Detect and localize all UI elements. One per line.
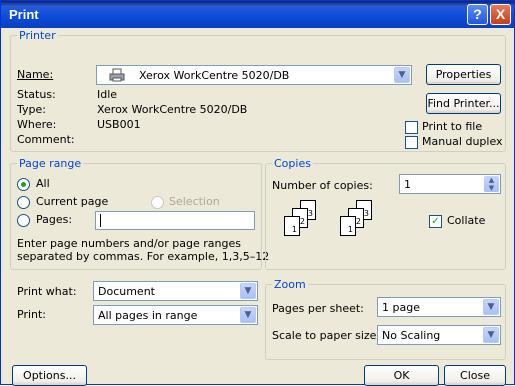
all-label: All	[36, 177, 50, 190]
window-title: Print	[9, 7, 39, 22]
chevron-down-icon[interactable]: ▼	[240, 283, 256, 299]
manual-duplex-label: Manual duplex	[422, 135, 503, 148]
scale-to-paper-size-value: No Scaling	[382, 329, 441, 342]
type-label: Type:	[17, 103, 46, 116]
collate-illustration: 3 2 1 3 2 1	[284, 200, 394, 255]
print-what-value: Document	[98, 285, 155, 298]
number-of-copies-label: Number of copies:	[272, 179, 373, 192]
status-value: Idle	[97, 88, 118, 101]
collate-page: 1	[340, 216, 356, 236]
chevron-down-icon[interactable]: ▼	[483, 327, 499, 343]
print-what-label: Print what:	[17, 285, 77, 298]
close-window-button[interactable]: X	[490, 4, 511, 25]
text-cursor	[100, 214, 101, 227]
page-range-group-label: Page range	[17, 157, 84, 170]
collate-page: 1	[284, 216, 300, 236]
all-radio[interactable]	[17, 178, 30, 191]
printer-group-label: Printer	[17, 29, 58, 42]
pages-per-sheet-label: Pages per sheet:	[272, 302, 364, 315]
properties-button[interactable]: Properties	[426, 64, 501, 85]
copies-group-label: Copies	[272, 157, 313, 170]
ok-button[interactable]: OK	[364, 365, 439, 386]
print-select[interactable]: All pages in range ▼	[93, 305, 258, 325]
print-value: All pages in range	[98, 309, 198, 322]
number-of-copies-spinner[interactable]: 1 ▲ ▼	[399, 174, 501, 194]
pages-input[interactable]	[95, 211, 255, 230]
collate-label: Collate	[447, 214, 486, 227]
print-label: Print:	[17, 308, 47, 321]
chevron-down-icon[interactable]: ▼	[240, 307, 256, 323]
pages-label: Pages:	[36, 213, 73, 226]
print-dialog: Print ? X Printer Name: Xerox WorkCentre…	[0, 0, 515, 386]
collate-checkbox[interactable]: ✓	[429, 215, 442, 228]
printer-name-value: Xerox WorkCentre 5020/DB	[139, 69, 290, 82]
spinner-arrows-icon[interactable]: ▲ ▼	[484, 176, 499, 192]
selection-label: Selection	[169, 195, 220, 208]
current-page-radio[interactable]	[17, 196, 30, 209]
help-button[interactable]: ?	[467, 4, 488, 25]
comment-label: Comment:	[17, 133, 75, 146]
printer-name-select[interactable]: Xerox WorkCentre 5020/DB ▼	[96, 65, 412, 85]
pages-per-sheet-value: 1 page	[382, 301, 420, 314]
options-button[interactable]: Options...	[12, 365, 87, 386]
manual-duplex-checkbox[interactable]	[405, 136, 418, 149]
where-label: Where:	[17, 118, 57, 131]
title-bar[interactable]: Print ? X	[1, 1, 514, 28]
scale-to-paper-size-select[interactable]: No Scaling ▼	[377, 325, 501, 345]
print-to-file-label: Print to file	[422, 120, 483, 133]
number-of-copies-value: 1	[404, 178, 411, 191]
zoom-group: Zoom	[265, 278, 506, 360]
type-value: Xerox WorkCentre 5020/DB	[97, 103, 248, 116]
scale-to-paper-size-label: Scale to paper size:	[272, 329, 381, 342]
print-to-file-checkbox[interactable]	[405, 121, 418, 134]
status-label: Status:	[17, 88, 56, 101]
chevron-down-icon[interactable]: ▼	[483, 299, 499, 315]
selection-radio[interactable]	[151, 196, 164, 209]
printer-icon	[109, 68, 125, 82]
pages-per-sheet-select[interactable]: 1 page ▼	[377, 297, 501, 317]
current-page-label: Current page	[36, 195, 109, 208]
zoom-group-label: Zoom	[272, 278, 308, 291]
print-what-select[interactable]: Document ▼	[93, 281, 258, 301]
close-button[interactable]: Close	[444, 365, 506, 386]
printer-name-label: Name:	[17, 68, 54, 81]
find-printer-button[interactable]: Find Printer...	[426, 93, 501, 114]
chevron-down-icon[interactable]: ▼	[394, 67, 410, 83]
page-range-hint-line2: separated by commas. For example, 1,3,5–…	[17, 250, 270, 263]
pages-radio[interactable]	[17, 214, 30, 227]
page-range-hint-line1: Enter page numbers and/or page ranges	[17, 237, 241, 250]
where-value: USB001	[97, 118, 141, 131]
